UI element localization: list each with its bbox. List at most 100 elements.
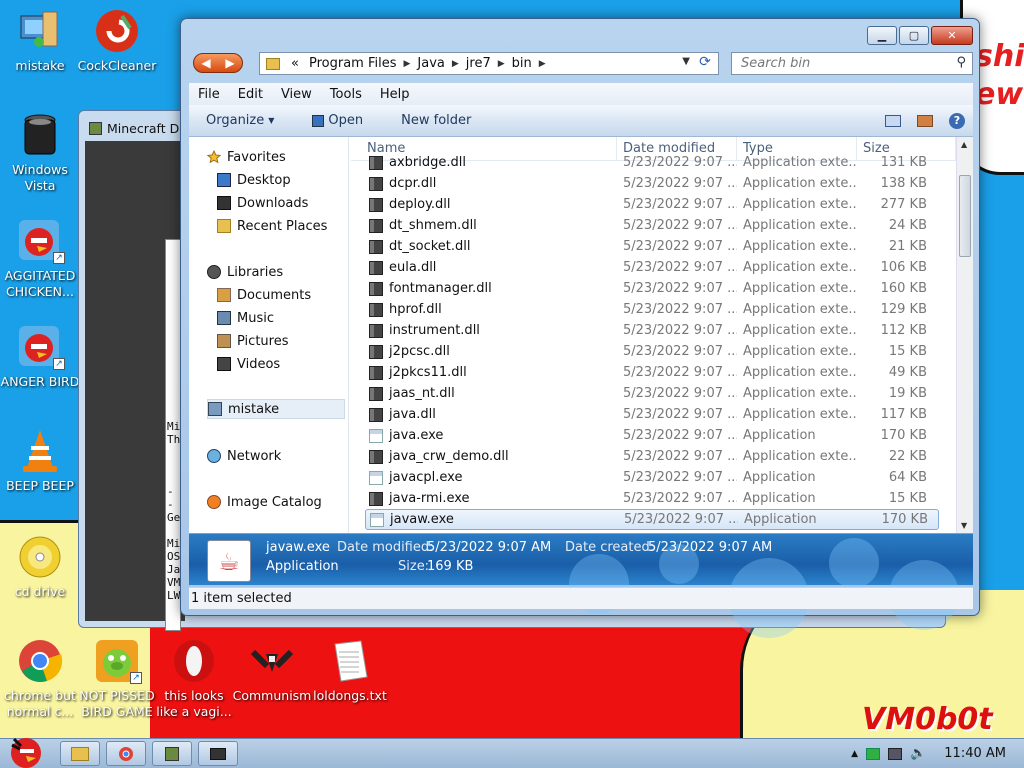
nav-libraries[interactable]: Libraries [207,262,283,282]
file-row[interactable]: java_crw_demo.dll 5/23/2022 9:07 ... Appli… [351,446,956,467]
back-arrow-icon[interactable]: ◀ [201,56,210,70]
desktop-icon-beep-beep[interactable]: BEEP BEEP [0,428,80,494]
file-row[interactable]: eula.dll 5/23/2022 9:07 ... Application ex… [351,257,956,278]
nav-music[interactable]: Music [217,308,274,328]
file-row[interactable]: deploy.dll 5/23/2022 9:07 ... Application … [351,194,956,215]
scroll-up-icon[interactable]: ▲ [961,140,967,149]
close-button[interactable]: ✕ [931,26,973,45]
file-name-cell: jaas_nt.dll [351,386,617,401]
tray-expand-icon[interactable]: ▲ [851,749,858,759]
desktop-icon-opera[interactable]: this looks like a vagi... [154,638,234,720]
battery-icon[interactable] [866,747,881,760]
file-row[interactable]: java.exe 5/23/2022 9:07 ... Application 170… [351,425,956,446]
file-row[interactable]: axbridge.dll 5/23/2022 9:07 ... Applicatio… [351,152,956,173]
desktop-icon-cockcleaner[interactable]: CockCleaner [77,8,157,74]
search-placeholder: Search bin [741,56,811,71]
new-folder-button[interactable]: New folder [392,113,480,128]
scroll-down-icon[interactable]: ▼ [961,521,967,530]
file-size-cell: 160 KB [880,281,927,296]
file-row[interactable]: java.dll 5/23/2022 9:07 ... Application ex… [351,404,956,425]
nav-downloads[interactable]: Downloads [217,193,308,213]
breadcrumb-java[interactable]: Java [412,56,449,71]
file-date-cell: 5/23/2022 9:07 ... [623,344,737,359]
nav-videos[interactable]: Videos [217,354,280,374]
refresh-icon[interactable]: ⟳ [695,54,715,72]
search-input[interactable]: Search bin ⚲ [731,52,973,75]
vertical-scrollbar[interactable]: ▲ ▼ [956,137,973,533]
nav-desktop[interactable]: Desktop [217,170,291,190]
desktop-icon-windows-vista[interactable]: Windows Vista [0,112,80,194]
breadcrumb-bin[interactable]: bin [507,56,537,71]
nav-user-mistake[interactable]: mistake [207,399,345,419]
vlc-cone-icon [17,428,63,474]
file-row[interactable]: fontmanager.dll 5/23/2022 9:07 ... Applica… [351,278,956,299]
nav-network[interactable]: Network [207,446,281,466]
address-overflow[interactable]: « [286,56,304,71]
menu-tools[interactable]: Tools [321,87,371,102]
menu-help[interactable]: Help [371,87,419,102]
search-icon[interactable]: ⚲ [956,55,966,70]
file-row[interactable]: instrument.dll 5/23/2022 9:07 ... Applicat… [351,320,956,341]
desktop-icon-aggitated-chicken[interactable]: ↗ AGGITATED CHICKEN... [0,218,80,300]
file-date-cell: 5/23/2022 9:07 ... [623,218,737,233]
maximize-button[interactable]: ▢ [899,26,929,45]
desktop-icon-label: chrome but normal c... [4,688,76,719]
help-icon[interactable]: ? [949,112,965,129]
desktop-icon-loldongs-txt[interactable]: loldongs.txt [310,638,390,704]
file-row[interactable]: dt_socket.dll 5/23/2022 9:07 ... Applicati… [351,236,956,257]
start-button[interactable] [4,731,48,768]
breadcrumb-chevron-icon[interactable]: ▶ [401,59,412,69]
taskbar-chrome[interactable] [106,741,146,766]
organize-button[interactable]: Organize ▼ [197,113,283,128]
file-row[interactable]: dt_shmem.dll 5/23/2022 9:07 ... Applicatio… [351,215,956,236]
menu-edit[interactable]: Edit [229,87,272,102]
nav-favorites[interactable]: Favorites [207,147,286,167]
nav-pictures[interactable]: Pictures [217,331,288,351]
desktop-icon-anger-bird[interactable]: ↗ ANGER BIRD [0,324,80,390]
back-forward-buttons[interactable]: ◀ ▶ [193,53,243,73]
desktop-icon-mistake[interactable]: mistake [0,8,80,74]
breadcrumb-chevron-icon[interactable]: ▶ [496,59,507,69]
file-row[interactable]: j2pcsc.dll 5/23/2022 9:07 ... Application … [351,341,956,362]
forward-arrow-icon[interactable]: ▶ [225,56,234,70]
open-button[interactable]: Open [303,113,372,128]
taskbar-explorer[interactable] [60,741,100,766]
file-row[interactable]: jaas_nt.dll 5/23/2022 9:07 ... Application… [351,383,956,404]
clock[interactable]: 11:40 AM [944,746,1006,761]
nav-documents[interactable]: Documents [217,285,311,305]
desktop-icon-chrome[interactable]: chrome but normal c... [0,638,80,720]
scrollbar-thumb[interactable] [959,175,971,257]
file-name-cell: dt_shmem.dll [351,218,617,233]
file-row[interactable]: java-rmi.exe 5/23/2022 9:07 ... Applicatio… [351,488,956,509]
file-date-cell: 5/23/2022 9:07 ... [623,491,737,506]
taskbar-minecraft[interactable] [152,741,192,766]
volume-icon[interactable]: 🔈 [910,746,926,761]
dll-file-icon [369,218,383,233]
file-name-cell: javaw.exe [366,512,618,527]
address-dropdown-icon[interactable]: ▼ [682,56,690,67]
file-row[interactable]: javaw.exe 5/23/2022 9:07 ... Application 17… [365,509,939,530]
desktop-icon-cd-drive[interactable]: cd drive [0,534,80,600]
breadcrumb-program-files[interactable]: Program Files [304,56,402,71]
file-row[interactable]: javacpl.exe 5/23/2022 9:07 ... Application… [351,467,956,488]
menu-view[interactable]: View [272,87,321,102]
minimize-button[interactable]: ▁ [867,26,897,45]
nav-image-catalog[interactable]: Image Catalog [207,492,322,512]
file-row[interactable]: dcpr.dll 5/23/2022 9:07 ... Application ex… [351,173,956,194]
nav-recent-places[interactable]: Recent Places [217,216,327,236]
desktop-icon-not-pissed-bird-game[interactable]: ↗ NOT PISSED BIRD GAME [77,638,157,720]
breadcrumb-jre7[interactable]: jre7 [461,56,496,71]
file-row[interactable]: j2pkcs11.dll 5/23/2022 9:07 ... Applicatio… [351,362,956,383]
address-bar[interactable]: « Program Files ▶ Java ▶ jre7 ▶ bin ▶ ▼ … [259,52,719,75]
breadcrumb-chevron-icon[interactable]: ▶ [537,59,548,69]
breadcrumb-chevron-icon[interactable]: ▶ [450,59,461,69]
explorer-window[interactable]: ▁ ▢ ✕ ◀ ▶ « Program Files ▶ Java ▶ jre7 … [180,18,980,638]
network-tray-icon[interactable] [888,747,903,760]
change-view-icon[interactable] [885,114,901,127]
preview-pane-icon[interactable] [917,114,933,127]
file-row[interactable]: hprof.dll 5/23/2022 9:07 ... Application e… [351,299,956,320]
menu-file[interactable]: File [189,87,229,102]
desktop-icon-communism[interactable]: Communism [232,638,312,704]
details-file-type: Application [266,559,339,574]
taskbar-console[interactable] [198,741,238,766]
